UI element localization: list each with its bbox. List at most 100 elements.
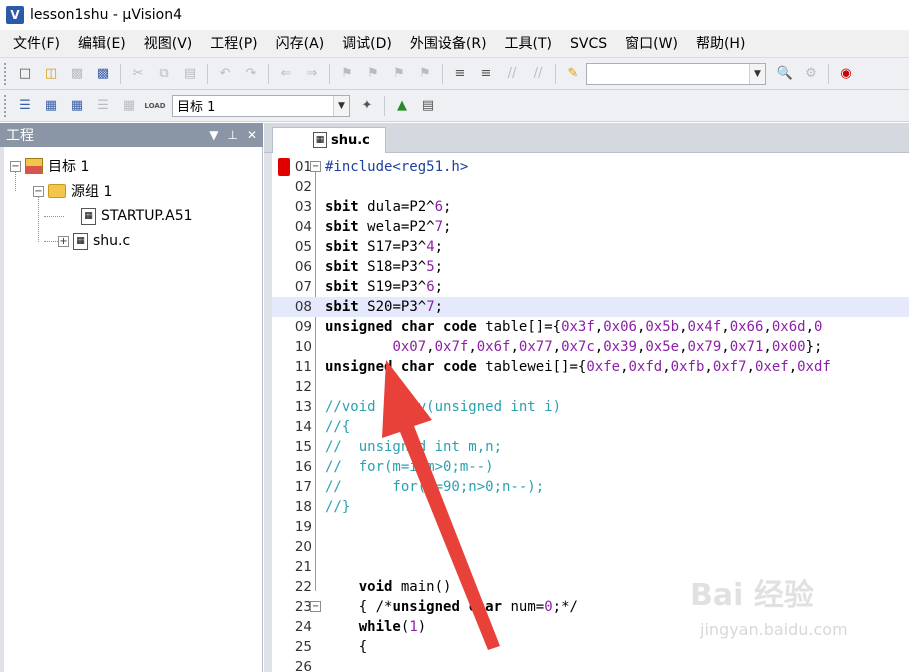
batch-build-icon[interactable]: ☰ <box>92 95 114 117</box>
uncomment-icon[interactable]: // <box>527 63 549 85</box>
toolbar-separator <box>268 63 269 84</box>
panel-menu-icon[interactable]: ▼ <box>209 128 218 142</box>
bookmark-next-icon[interactable]: ⚑ <box>388 63 410 85</box>
select-packs-icon[interactable]: ▤ <box>417 95 439 117</box>
code-text: #include<reg51.h> <box>325 159 469 175</box>
manage-project-items-icon[interactable]: ▲ <box>391 95 413 117</box>
menu-tools[interactable]: 工具(T) <box>496 30 561 58</box>
code-text: sbit S19=P3^6; <box>325 279 444 295</box>
menu-peripherals[interactable]: 外围设备(R) <box>401 30 496 58</box>
line-number: 21 <box>294 559 312 575</box>
breakpoint-marker[interactable] <box>278 158 290 176</box>
redo-icon[interactable]: ↷ <box>240 63 262 85</box>
code-line[interactable]: 06 sbit S18=P3^5; <box>272 257 909 277</box>
toolbar-separator <box>384 95 385 116</box>
line-number: 09 <box>294 319 312 335</box>
target-select[interactable]: 目标 1 ▼ <box>172 94 350 117</box>
save-all-icon[interactable]: ▩ <box>92 63 114 85</box>
target-options-wand-icon[interactable]: ✦ <box>356 95 378 117</box>
bookmark-prev-icon[interactable]: ⚑ <box>362 63 384 85</box>
new-file-icon[interactable]: □ <box>14 63 36 85</box>
copy-icon[interactable]: ⧉ <box>153 63 175 85</box>
menu-svcs[interactable]: SVCS <box>561 30 616 58</box>
code-line[interactable]: 19 <box>272 517 909 537</box>
menu-project[interactable]: 工程(P) <box>201 30 266 58</box>
code-line[interactable]: 13 //void delay(unsigned int i) <box>272 397 909 417</box>
code-line[interactable]: 20 <box>272 537 909 557</box>
tree-item-target-label: 目标 1 <box>48 159 90 175</box>
chevron-down-icon[interactable]: ▼ <box>333 95 349 116</box>
collapse-icon[interactable]: − <box>33 185 44 197</box>
save-icon[interactable]: ▩ <box>66 63 88 85</box>
code-line[interactable]: 07 sbit S19=P3^6; <box>272 277 909 297</box>
code-line[interactable]: 05 sbit S17=P3^4; <box>272 237 909 257</box>
navigate-forward-icon[interactable]: ⇒ <box>301 63 323 85</box>
code-line[interactable]: 15 // unsigned int m,n; <box>272 437 909 457</box>
fold-collapse-icon[interactable]: − <box>310 601 321 612</box>
code-line[interactable]: 10 0x07,0x7f,0x6f,0x77,0x7c,0x39,0x5e,0x… <box>272 337 909 357</box>
tree-item-file[interactable]: ▦ STARTUP.A51 <box>81 205 193 227</box>
pin-icon[interactable]: ⊥ <box>227 128 237 142</box>
bookmark-clear-icon[interactable]: ⚑ <box>414 63 436 85</box>
indent-icon[interactable]: ≡ <box>449 63 471 85</box>
find-icon[interactable]: 🔍 <box>774 63 796 85</box>
unindent-icon[interactable]: ≡ <box>475 63 497 85</box>
incremental-find-icon[interactable]: ⚙ <box>800 63 822 85</box>
tree-item-group-label: 源组 1 <box>71 184 113 200</box>
toolbar-grip[interactable] <box>4 62 8 85</box>
cut-icon[interactable]: ✂ <box>127 63 149 85</box>
code-line[interactable]: 02 <box>272 177 909 197</box>
stop-build-icon[interactable]: ▦ <box>118 95 140 117</box>
tab-shu-c[interactable]: ▦ shu.c <box>272 127 386 153</box>
menu-file[interactable]: 文件(F) <box>4 30 69 58</box>
build-icon[interactable]: ▦ <box>40 95 62 117</box>
comment-icon[interactable]: // <box>501 63 523 85</box>
code-line[interactable]: 09 unsigned char code table[]={0x3f,0x06,… <box>272 317 909 337</box>
code-line[interactable]: 14 //{ <box>272 417 909 437</box>
debug-session-icon[interactable]: ◉ <box>835 63 857 85</box>
collapse-icon[interactable]: − <box>10 160 21 172</box>
tree-item-target[interactable]: − 目标 1 <box>10 155 89 177</box>
code-line[interactable]: 08 sbit S20=P3^7; <box>272 297 909 317</box>
menu-edit[interactable]: 编辑(E) <box>69 30 135 58</box>
code-line[interactable]: 16 // for(m=i;m>0;m--) <box>272 457 909 477</box>
bookmark-insert-icon[interactable]: ⚑ <box>336 63 358 85</box>
menu-view[interactable]: 视图(V) <box>135 30 202 58</box>
code-line[interactable]: 04 sbit wela=P2^7; <box>272 217 909 237</box>
code-line[interactable]: 11 unsigned char code tablewei[]={0xfe,0x… <box>272 357 909 377</box>
fold-collapse-icon[interactable]: − <box>310 161 321 172</box>
translate-icon[interactable]: ☰ <box>14 95 36 117</box>
tree-item-file-label: STARTUP.A51 <box>101 208 193 224</box>
line-number: 11 <box>294 359 312 375</box>
code-line[interactable]: 26 <box>272 657 909 672</box>
undo-icon[interactable]: ↶ <box>214 63 236 85</box>
code-line[interactable]: 12 <box>272 377 909 397</box>
tree-item-group[interactable]: − 源组 1 <box>33 180 112 202</box>
toolbar-grip[interactable] <box>4 94 8 117</box>
code-text: unsigned char code tablewei[]={0xfe,0xfd… <box>325 359 831 375</box>
code-text: //} <box>325 499 351 515</box>
project-panel-title: 工程 <box>6 128 34 144</box>
code-line[interactable]: 18 //} <box>272 497 909 517</box>
code-line[interactable]: 03 sbit dula=P2^6; <box>272 197 909 217</box>
tree-item-file[interactable]: + ▦ shu.c <box>58 230 130 252</box>
chevron-down-icon[interactable]: ▼ <box>749 63 765 84</box>
open-folder-icon[interactable]: ◫ <box>40 63 62 85</box>
navigate-back-icon[interactable]: ⇐ <box>275 63 297 85</box>
code-line[interactable]: 17 // for(n=90;n>0;n--); <box>272 477 909 497</box>
close-icon[interactable]: ✕ <box>247 128 257 142</box>
rebuild-icon[interactable]: ▦ <box>66 95 88 117</box>
baidu-watermark: Bai 经验 <box>690 578 814 613</box>
menu-help[interactable]: 帮助(H) <box>687 30 754 58</box>
find-in-files-icon[interactable]: ✎ <box>562 63 584 85</box>
project-panel-header: 工程 ▼ ⊥ ✕ <box>0 123 263 147</box>
code-line[interactable]: 01− #include<reg51.h> <box>272 157 909 177</box>
menu-window[interactable]: 窗口(W) <box>616 30 687 58</box>
load-download-icon[interactable]: LOAD <box>144 95 166 117</box>
find-combo[interactable]: ▼ <box>586 62 766 85</box>
paste-icon[interactable]: ▤ <box>179 63 201 85</box>
menu-flash[interactable]: 闪存(A) <box>267 30 334 58</box>
code-line[interactable]: 25 { <box>272 637 909 657</box>
menu-debug[interactable]: 调试(D) <box>333 30 401 58</box>
expand-icon[interactable]: + <box>58 235 69 247</box>
